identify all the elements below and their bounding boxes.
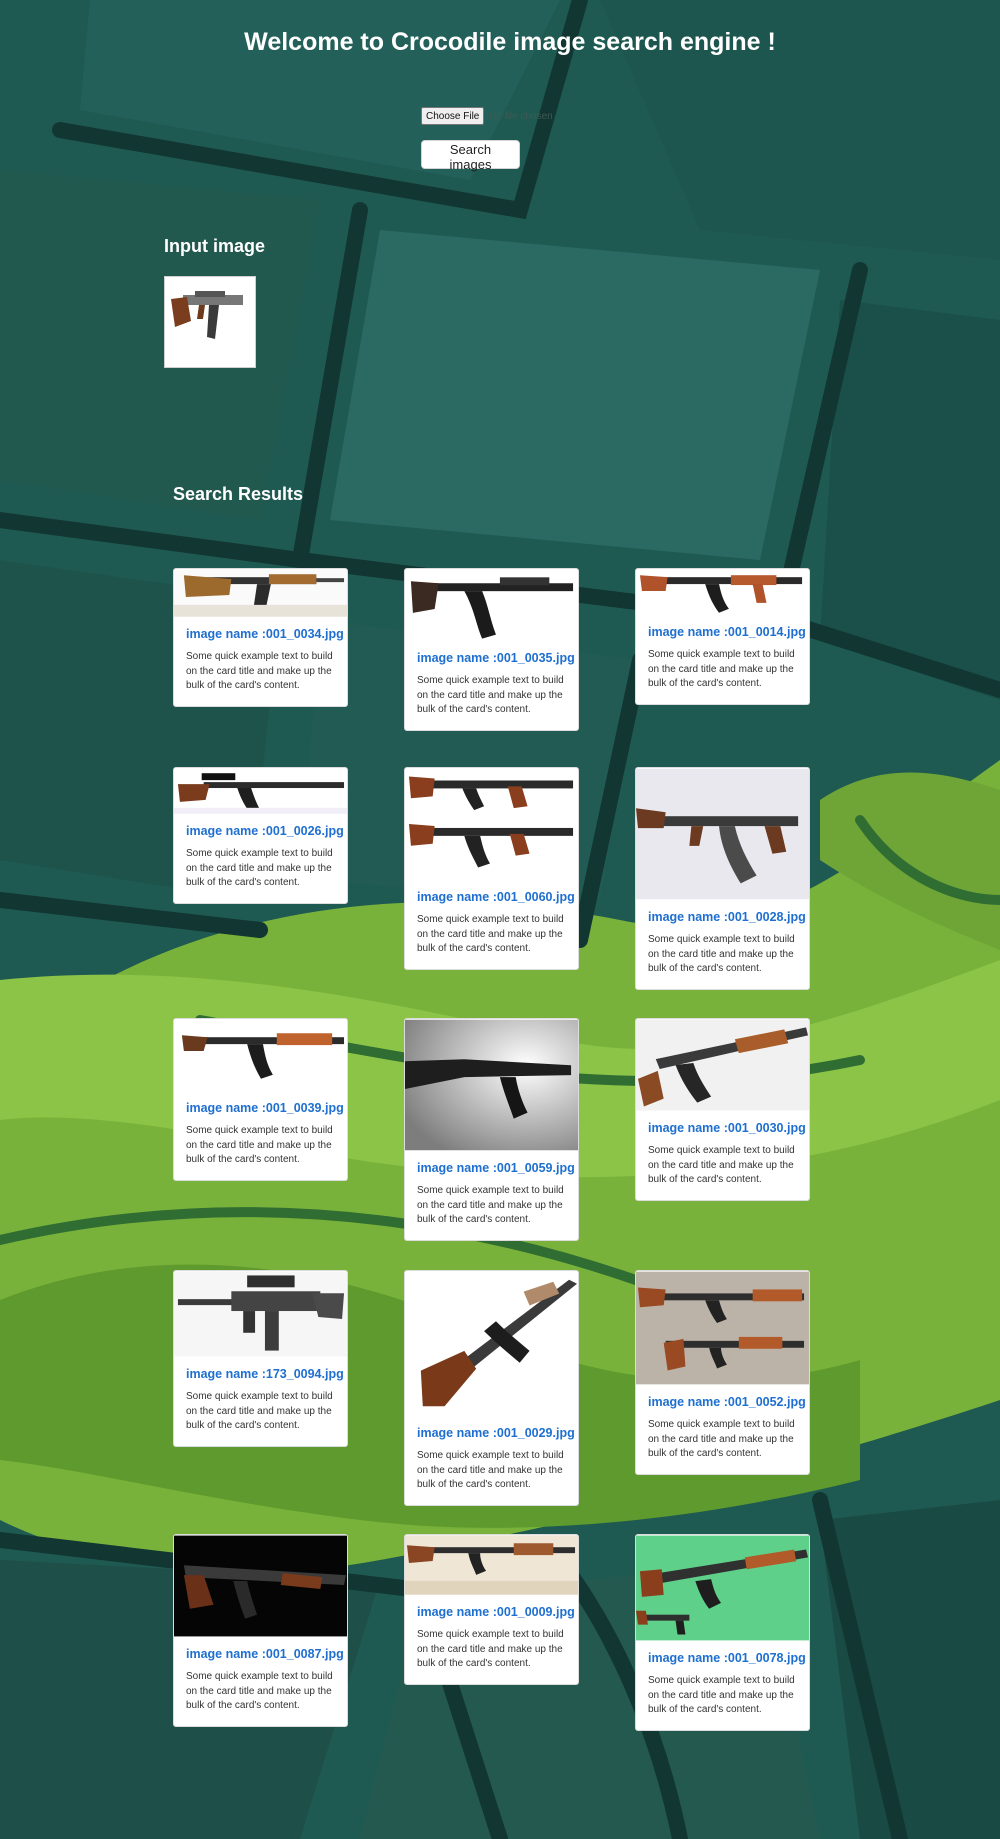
result-card[interactable]: image name :001_0014.jpg Some quick exam… xyxy=(635,568,810,705)
card-text: Some quick example text to build on the … xyxy=(417,914,564,954)
result-card[interactable]: image name :001_0034.jpg Some quick exam… xyxy=(173,568,348,707)
card-title[interactable]: image name :001_0030.jpg xyxy=(648,1121,806,1135)
result-image xyxy=(174,569,347,617)
card-title[interactable]: image name :001_0087.jpg xyxy=(186,1647,344,1661)
search-results-heading: Search Results xyxy=(173,484,304,504)
result-image xyxy=(636,1271,809,1385)
result-card[interactable]: image name :001_0039.jpg Some quick exam… xyxy=(173,1018,348,1181)
card-title[interactable]: image name :001_0026.jpg xyxy=(186,824,344,838)
result-card[interactable]: image name :001_0029.jpg Some quick exam… xyxy=(404,1270,579,1506)
result-image xyxy=(174,1019,347,1091)
result-card[interactable]: image name :001_0026.jpg Some quick exam… xyxy=(173,767,348,904)
card-title[interactable]: image name :001_0014.jpg xyxy=(648,625,806,639)
result-card[interactable]: image name :001_0059.jpg Some quick exam… xyxy=(404,1018,579,1241)
result-image xyxy=(636,1535,809,1641)
result-image xyxy=(636,768,809,900)
card-title[interactable]: image name :001_0039.jpg xyxy=(186,1101,344,1115)
result-image xyxy=(405,1271,578,1416)
card-title[interactable]: image name :001_0009.jpg xyxy=(417,1605,575,1619)
choose-file-button[interactable]: Choose File xyxy=(421,107,485,125)
result-card[interactable]: image name :001_0035.jpg Some quick exam… xyxy=(404,568,579,731)
result-card[interactable]: image name :001_0052.jpg Some quick exam… xyxy=(635,1270,810,1475)
result-image xyxy=(405,569,578,641)
card-text: Some quick example text to build on the … xyxy=(648,1145,795,1185)
card-title[interactable]: image name :001_0078.jpg xyxy=(648,1651,806,1665)
result-image xyxy=(174,768,347,814)
result-image xyxy=(405,768,578,880)
card-text: Some quick example text to build on the … xyxy=(186,1671,333,1711)
card-text: Some quick example text to build on the … xyxy=(186,651,333,691)
result-card[interactable]: image name :001_0009.jpg Some quick exam… xyxy=(404,1534,579,1685)
card-title[interactable]: image name :173_0094.jpg xyxy=(186,1367,344,1381)
file-upload[interactable]: Choose File No file chosen xyxy=(421,107,553,125)
result-image xyxy=(405,1019,578,1151)
page: Welcome to Crocodile image search engine… xyxy=(0,0,1000,1839)
card-title[interactable]: image name :001_0060.jpg xyxy=(417,890,575,904)
card-title[interactable]: image name :001_0029.jpg xyxy=(417,1426,575,1440)
card-text: Some quick example text to build on the … xyxy=(186,848,333,888)
page-title: Welcome to Crocodile image search engine… xyxy=(244,28,776,56)
rifle-icon xyxy=(171,291,243,339)
result-image xyxy=(174,1535,347,1637)
card-title[interactable]: image name :001_0052.jpg xyxy=(648,1395,806,1409)
card-title[interactable]: image name :001_0028.jpg xyxy=(648,910,806,924)
card-title[interactable]: image name :001_0059.jpg xyxy=(417,1161,575,1175)
card-title[interactable]: image name :001_0034.jpg xyxy=(186,627,344,641)
card-text: Some quick example text to build on the … xyxy=(648,649,795,689)
card-text: Some quick example text to build on the … xyxy=(186,1125,333,1165)
result-image xyxy=(174,1271,347,1357)
card-text: Some quick example text to build on the … xyxy=(648,1419,795,1459)
result-card[interactable]: image name :001_0087.jpg Some quick exam… xyxy=(173,1534,348,1727)
result-card[interactable]: image name :001_0060.jpg Some quick exam… xyxy=(404,767,579,970)
result-card[interactable]: image name :001_0030.jpg Some quick exam… xyxy=(635,1018,810,1201)
card-title[interactable]: image name :001_0035.jpg xyxy=(417,651,575,665)
card-text: Some quick example text to build on the … xyxy=(186,1391,333,1431)
result-image xyxy=(636,569,809,615)
no-file-chosen-text: No file chosen xyxy=(489,110,553,122)
card-text: Some quick example text to build on the … xyxy=(417,1629,564,1669)
result-card[interactable]: image name :001_0078.jpg Some quick exam… xyxy=(635,1534,810,1731)
card-text: Some quick example text to build on the … xyxy=(417,1450,564,1490)
input-image xyxy=(164,276,256,368)
card-text: Some quick example text to build on the … xyxy=(417,675,564,715)
result-image xyxy=(636,1019,809,1111)
search-images-button[interactable]: Search images xyxy=(421,140,520,172)
result-image xyxy=(405,1535,578,1595)
result-card[interactable]: image name :173_0094.jpg Some quick exam… xyxy=(173,1270,348,1447)
card-text: Some quick example text to build on the … xyxy=(417,1185,564,1225)
card-text: Some quick example text to build on the … xyxy=(648,934,795,974)
card-text: Some quick example text to build on the … xyxy=(648,1675,795,1715)
result-card[interactable]: image name :001_0028.jpg Some quick exam… xyxy=(635,767,810,990)
input-image-heading: Input image xyxy=(164,236,266,256)
